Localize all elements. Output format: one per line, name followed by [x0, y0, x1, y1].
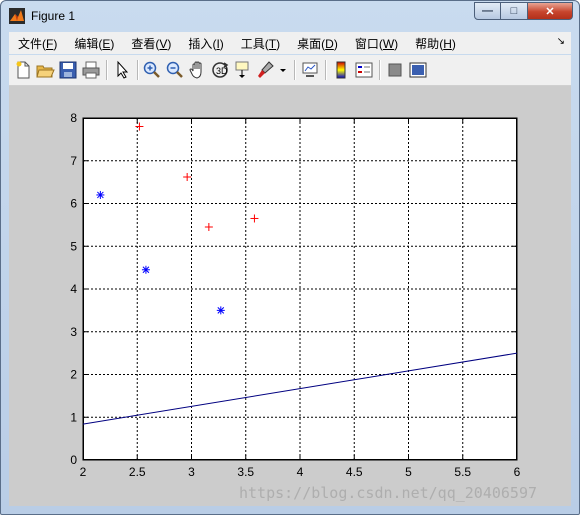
y-tick-label: 8	[70, 111, 77, 125]
star-marker	[216, 306, 225, 315]
x-tick-label: 4.5	[346, 465, 363, 479]
y-tick-label: 6	[70, 197, 77, 211]
hide-plot-tools-icon[interactable]	[385, 60, 405, 80]
link-plot-icon[interactable]	[300, 60, 320, 80]
x-tick-label: 5	[405, 465, 412, 479]
menu-help[interactable]: 帮助(H)	[406, 35, 464, 52]
figure-canvas: 2 2.5 3 3.5 4 4.5 5 5.5 6 0 1 2 3 4 5 6 7 8 https://blog.…	[9, 86, 571, 506]
legend-icon[interactable]	[354, 60, 374, 80]
y-tick-label: 1	[70, 410, 77, 424]
plot-svg: 2 2.5 3 3.5 4 4.5 5 5.5 6 0 1 2 3 4 5 6 7 8	[70, 111, 521, 479]
zoom-in-icon[interactable]	[142, 60, 162, 80]
menu-insert[interactable]: 插入(I)	[179, 35, 231, 52]
brush-dropdown-icon[interactable]	[278, 60, 288, 80]
maximize-icon: □	[510, 5, 518, 17]
close-icon: ✕	[545, 5, 555, 18]
figure-toolbar: 3D	[9, 55, 571, 86]
svg-text:3D: 3D	[216, 66, 228, 76]
toolbar-separator	[137, 60, 139, 80]
menu-desktop[interactable]: 桌面(D)	[288, 35, 346, 52]
x-tick-label: 3.5	[237, 465, 254, 479]
title-bar[interactable]: Figure 1 — □ ✕	[1, 1, 579, 31]
x-tick-label: 4	[297, 465, 304, 479]
y-tick-label: 4	[70, 282, 77, 296]
plus-marker	[250, 214, 259, 223]
menu-window[interactable]: 窗口(W)	[346, 35, 406, 52]
x-tick-label: 6	[514, 465, 521, 479]
y-tick-label: 7	[70, 154, 77, 168]
open-file-icon[interactable]	[35, 60, 55, 80]
save-icon[interactable]	[58, 60, 78, 80]
toolbar-separator	[294, 60, 296, 80]
rotate-3d-icon[interactable]: 3D	[210, 60, 230, 80]
toolbar-separator	[379, 60, 381, 80]
menu-file[interactable]: 文件(F)	[9, 35, 65, 52]
menu-bar: 文件(F) 编辑(E) 查看(V) 插入(I) 工具(T) 桌面(D) 窗口(W…	[9, 32, 571, 54]
pan-hand-icon[interactable]	[188, 60, 208, 80]
menu-edit[interactable]: 编辑(E)	[65, 35, 122, 52]
y-tick-label: 2	[70, 368, 77, 382]
watermark-text: https://blog.csdn.net/qq_20406597	[239, 484, 538, 502]
new-figure-icon[interactable]	[13, 60, 33, 80]
zoom-out-icon[interactable]	[165, 60, 185, 80]
window-controls: — □ ✕	[474, 2, 573, 21]
brush-icon[interactable]	[256, 60, 276, 80]
y-tick-label: 5	[70, 239, 77, 253]
data-cursor-icon[interactable]	[233, 60, 253, 80]
minimize-button[interactable]: —	[474, 2, 501, 20]
colorbar-icon[interactable]	[331, 60, 351, 80]
pointer-icon[interactable]	[112, 60, 132, 80]
show-plot-tools-icon[interactable]	[408, 60, 428, 80]
toolbar-separator	[106, 60, 108, 80]
y-tick-label: 3	[70, 325, 77, 339]
plus-marker	[183, 172, 192, 181]
x-tick-label: 3	[188, 465, 195, 479]
close-button[interactable]: ✕	[528, 2, 573, 20]
print-icon[interactable]	[81, 60, 101, 80]
plus-marker	[135, 122, 144, 131]
minimize-icon: —	[482, 5, 493, 17]
x-tick-label: 5.5	[454, 465, 471, 479]
star-marker	[96, 190, 105, 199]
x-tick-label: 2	[80, 465, 87, 479]
maximize-button[interactable]: □	[501, 2, 528, 20]
menu-view[interactable]: 查看(V)	[122, 35, 179, 52]
toolbar-separator	[325, 60, 327, 80]
plus-marker	[204, 223, 213, 232]
x-tick-label: 2.5	[129, 465, 146, 479]
matlab-logo-icon	[9, 8, 25, 24]
window-title: Figure 1	[31, 9, 76, 23]
star-marker	[141, 265, 150, 274]
menu-tools[interactable]: 工具(T)	[232, 35, 288, 52]
y-tick-label: 0	[70, 453, 77, 467]
dock-arrow-icon[interactable]: ↘	[557, 36, 565, 47]
figure-window: Figure 1 — □ ✕ 文件(F) 编辑(E) 查看(V) 插入(I) 工…	[0, 0, 580, 515]
